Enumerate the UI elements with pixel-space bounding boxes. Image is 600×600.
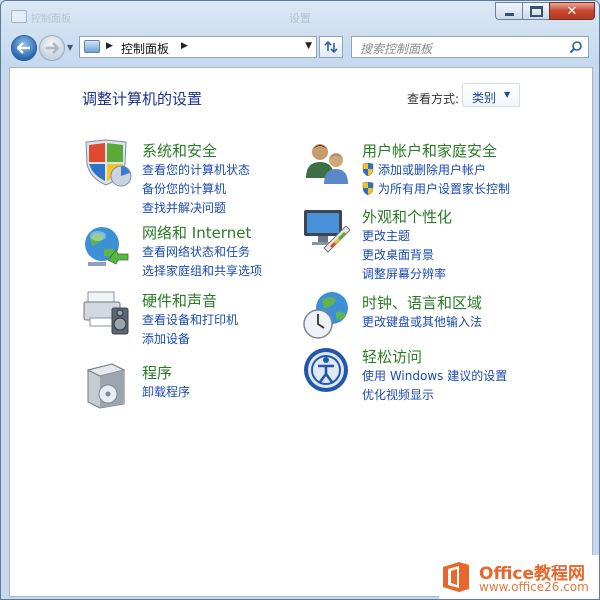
view-by-label: 查看方式: xyxy=(407,92,460,106)
hardware-sound-icon[interactable] xyxy=(82,288,132,338)
breadcrumb-chevron-icon[interactable]: ▶ xyxy=(181,41,188,51)
watermark: Office教程网 www.office26.com xyxy=(439,555,599,599)
category-title[interactable]: 硬件和声音 xyxy=(142,290,217,311)
system-security-icon[interactable] xyxy=(82,138,132,188)
category-title[interactable]: 用户帐户和家庭安全 xyxy=(362,140,497,161)
ease-of-access-icon[interactable] xyxy=(302,344,352,394)
category-links: 更改键盘或其他输入法 xyxy=(362,313,482,332)
link-uninstall-program[interactable]: 卸载程序 xyxy=(142,383,190,402)
link-change-input-method[interactable]: 更改键盘或其他输入法 xyxy=(362,313,482,332)
category-links: 使用 Windows 建议的设置 优化视频显示 xyxy=(362,367,507,405)
link-add-device[interactable]: 添加设备 xyxy=(142,330,238,349)
control-panel-window: 控制面板 设置 ✕ ▼ ▶ 控制面板 ▶ ▼ 搜索控制面板 调整计算机的设置 查… xyxy=(0,0,600,600)
page-title: 调整计算机的设置 xyxy=(82,90,203,108)
minimize-button[interactable] xyxy=(495,2,522,20)
caption-buttons: ✕ xyxy=(495,2,595,20)
maximize-button[interactable] xyxy=(522,2,549,20)
programs-icon[interactable] xyxy=(82,360,132,410)
back-arrow-icon xyxy=(17,42,30,54)
link-network-status[interactable]: 查看网络状态和任务 xyxy=(142,243,262,262)
category-links: 查看网络状态和任务 选择家庭组和共享选项 xyxy=(142,243,262,281)
category-links: 卸载程序 xyxy=(142,383,190,402)
category-title[interactable]: 时钟、语言和区域 xyxy=(362,292,482,313)
link-troubleshoot[interactable]: 查找并解决问题 xyxy=(142,199,250,218)
address-bar[interactable]: ▶ 控制面板 ▶ ▼ xyxy=(79,36,317,58)
category-title[interactable]: 轻松访问 xyxy=(362,346,422,367)
refresh-icon xyxy=(324,40,338,54)
category-links: 添加或删除用户帐户 为所有用户设置家长控制 xyxy=(362,161,510,199)
link-change-theme[interactable]: 更改主题 xyxy=(362,227,446,246)
refresh-button[interactable] xyxy=(319,36,343,58)
address-history-dropdown-icon[interactable]: ▼ xyxy=(305,41,312,51)
close-button[interactable]: ✕ xyxy=(549,2,595,20)
search-placeholder: 搜索控制面板 xyxy=(360,42,433,56)
chevron-down-icon: ▼ xyxy=(504,90,511,99)
control-panel-address-icon xyxy=(84,40,100,53)
category-title[interactable]: 网络和 Internet xyxy=(142,222,251,243)
category-links: 更改主题 更改桌面背景 调整屏幕分辨率 xyxy=(362,227,446,284)
category-links: 查看设备和打印机 添加设备 xyxy=(142,311,238,349)
search-box[interactable]: 搜索控制面板 xyxy=(351,36,589,58)
link-homegroup-sharing[interactable]: 选择家庭组和共享选项 xyxy=(142,262,262,281)
view-by-value: 类别 xyxy=(472,91,497,105)
category-links: 查看您的计算机状态 备份您的计算机 查找并解决问题 xyxy=(142,161,250,218)
recent-pages-dropdown-icon[interactable]: ▼ xyxy=(67,43,77,53)
link-view-computer-status[interactable]: 查看您的计算机状态 xyxy=(142,161,250,180)
breadcrumb-control-panel[interactable]: 控制面板 xyxy=(121,40,169,57)
link-parental-controls-text: 为所有用户设置家长控制 xyxy=(378,182,511,196)
uac-shield-icon xyxy=(362,163,374,176)
office-logo-icon xyxy=(443,562,469,592)
title-bar[interactable]: 控制面板 设置 ✕ xyxy=(1,1,599,31)
link-screen-resolution[interactable]: 调整屏幕分辨率 xyxy=(362,265,446,284)
watermark-url: www.office26.com xyxy=(479,580,589,594)
clock-region-icon[interactable] xyxy=(302,290,352,340)
link-add-remove-users[interactable]: 添加或删除用户帐户 xyxy=(362,161,510,180)
close-icon: ✕ xyxy=(566,3,578,19)
network-icon[interactable] xyxy=(82,220,132,270)
minimize-icon xyxy=(504,12,514,16)
navigation-bar: ▼ ▶ 控制面板 ▶ ▼ 搜索控制面板 xyxy=(1,31,599,65)
view-by-dropdown[interactable]: 类别 ▼ xyxy=(462,83,520,107)
back-button[interactable] xyxy=(11,35,37,61)
link-change-desktop-background[interactable]: 更改桌面背景 xyxy=(362,246,446,265)
link-parental-controls[interactable]: 为所有用户设置家长控制 xyxy=(362,180,510,199)
link-optimize-video-display[interactable]: 优化视频显示 xyxy=(362,386,507,405)
breadcrumb-chevron-icon[interactable]: ▶ xyxy=(106,41,113,51)
search-icon[interactable] xyxy=(569,40,583,54)
forward-button[interactable] xyxy=(39,35,65,61)
category-title[interactable]: 系统和安全 xyxy=(142,140,217,161)
appearance-icon[interactable] xyxy=(302,204,352,254)
user-accounts-icon[interactable] xyxy=(302,138,352,188)
category-title[interactable]: 程序 xyxy=(142,362,172,383)
link-add-remove-users-text: 添加或删除用户帐户 xyxy=(378,163,487,177)
forward-arrow-icon xyxy=(46,42,59,54)
category-title[interactable]: 外观和个性化 xyxy=(362,206,452,227)
control-panel-content: 调整计算机的设置 查看方式: 类别 ▼ 系统和安全 查看您的计算机状态 备份您的… xyxy=(9,67,593,597)
maximize-icon xyxy=(529,5,543,17)
link-windows-recommended-settings[interactable]: 使用 Windows 建议的设置 xyxy=(362,367,507,386)
link-devices-printers[interactable]: 查看设备和打印机 xyxy=(142,311,238,330)
link-backup-computer[interactable]: 备份您的计算机 xyxy=(142,180,250,199)
uac-shield-icon xyxy=(362,182,374,195)
